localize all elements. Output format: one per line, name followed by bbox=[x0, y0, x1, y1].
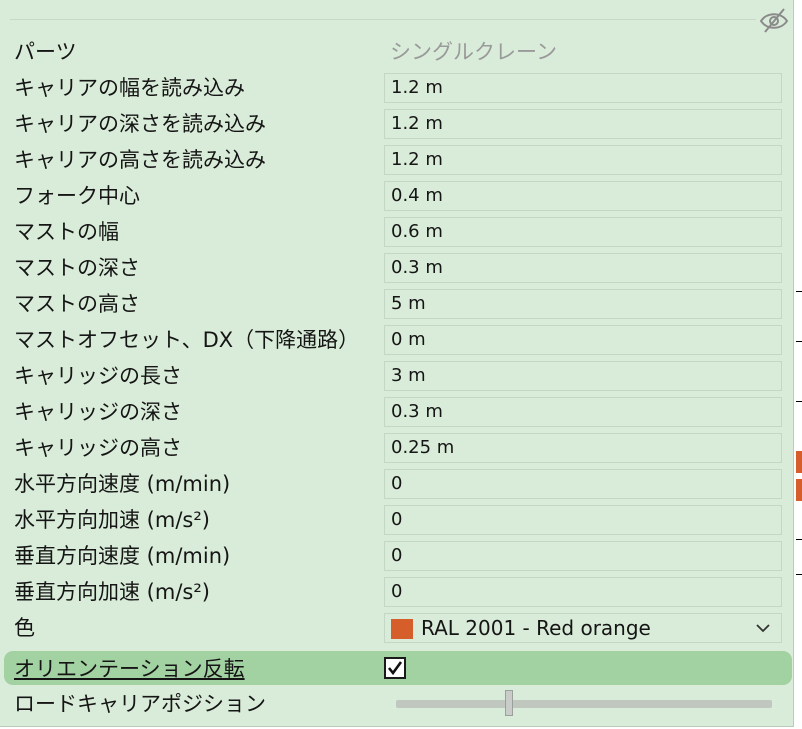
property-value-field[interactable]: 0.4 m bbox=[384, 181, 782, 211]
background-tick bbox=[796, 539, 802, 540]
property-value: 0.25 m bbox=[391, 437, 455, 458]
property-label: マストの深さ bbox=[14, 256, 140, 280]
load-carrier-position-slider[interactable] bbox=[396, 700, 772, 708]
property-label: マストオフセット、DX（下降通路） bbox=[14, 328, 360, 352]
property-value-field[interactable]: 3 m bbox=[384, 361, 782, 391]
property-value-field[interactable]: 0.6 m bbox=[384, 217, 782, 247]
property-value: 0 m bbox=[391, 329, 426, 350]
property-value-field[interactable]: 0.25 m bbox=[384, 433, 782, 463]
property-value: 0 bbox=[391, 473, 403, 494]
property-label: キャリッジの高さ bbox=[14, 436, 182, 460]
background-orange-block bbox=[796, 451, 802, 473]
property-value: 0.4 m bbox=[391, 185, 443, 206]
property-row: マストオフセット、DX（下降通路） 0 m bbox=[0, 322, 794, 358]
property-label: マストの幅 bbox=[14, 220, 119, 244]
orientation-row: オリエンテーション反転 bbox=[0, 651, 794, 687]
property-row: マストの深さ 0.3 m bbox=[0, 250, 794, 286]
property-row: 水平方向加速 (m/s²) 0 bbox=[0, 502, 794, 538]
property-value: 0.3 m bbox=[391, 257, 443, 278]
properties-panel: パーツ シングルクレーン キャリアの幅を読み込み 1.2 m キャリアの深さを読み込… bbox=[0, 0, 794, 727]
property-row: 垂直方向加速 (m/s²) 0 bbox=[0, 574, 794, 610]
orientation-checkbox[interactable] bbox=[384, 657, 406, 679]
header-row: パーツ シングルクレーン bbox=[0, 34, 794, 70]
property-label: 水平方向加速 (m/s²) bbox=[14, 508, 210, 532]
color-swatch bbox=[391, 619, 413, 639]
property-value-field[interactable]: 0 bbox=[384, 469, 782, 499]
property-label: キャリッジの深さ bbox=[14, 400, 182, 424]
property-row: マストの幅 0.6 m bbox=[0, 214, 794, 250]
property-label: 垂直方向加速 (m/s²) bbox=[14, 580, 210, 604]
property-row: キャリアの深さを読み込み 1.2 m bbox=[0, 106, 794, 142]
property-value: 0 bbox=[391, 545, 403, 566]
property-value: 3 m bbox=[391, 365, 426, 386]
color-label: 色 bbox=[14, 616, 35, 640]
property-row: キャリッジの高さ 0.25 m bbox=[0, 430, 794, 466]
load-carrier-position-row: ロードキャリアポジション bbox=[0, 686, 794, 722]
property-label: キャリアの深さを読み込み bbox=[14, 112, 266, 136]
background-orange-block bbox=[796, 479, 802, 501]
property-value-field[interactable]: 1.2 m bbox=[384, 109, 782, 139]
checkmark-icon bbox=[387, 661, 403, 676]
background-tick bbox=[796, 574, 802, 575]
property-label: キャリッジの長さ bbox=[14, 364, 182, 388]
panel-top-divider bbox=[10, 19, 756, 20]
property-label: 垂直方向速度 (m/min) bbox=[14, 544, 231, 568]
property-value: 0.6 m bbox=[391, 221, 443, 242]
property-value-field[interactable]: 0 m bbox=[384, 325, 782, 355]
property-value: 0 bbox=[391, 581, 403, 602]
property-value: 0.3 m bbox=[391, 401, 443, 422]
orientation-label: オリエンテーション反転 bbox=[14, 657, 245, 681]
property-row: フォーク中心 0.4 m bbox=[0, 178, 794, 214]
property-label: 水平方向速度 (m/min) bbox=[14, 472, 231, 496]
property-value-field[interactable]: 0 bbox=[384, 541, 782, 571]
property-value-field[interactable]: 0.3 m bbox=[384, 397, 782, 427]
property-value-field[interactable]: 0.3 m bbox=[384, 253, 782, 283]
property-value: 1.2 m bbox=[391, 149, 443, 170]
background-tick bbox=[796, 401, 802, 402]
property-row: 水平方向速度 (m/min) 0 bbox=[0, 466, 794, 502]
chevron-down-icon[interactable] bbox=[755, 620, 771, 636]
color-value: RAL 2001 - Red orange bbox=[421, 616, 651, 640]
slider-thumb[interactable] bbox=[504, 690, 513, 716]
property-row: キャリッジの深さ 0.3 m bbox=[0, 394, 794, 430]
property-row: キャリアの幅を読み込み 1.2 m bbox=[0, 70, 794, 106]
property-value-field[interactable]: 0 bbox=[384, 505, 782, 535]
property-label: キャリアの幅を読み込み bbox=[14, 76, 245, 100]
property-value-field[interactable]: 0 bbox=[384, 577, 782, 607]
parts-value: シングルクレーン bbox=[390, 40, 557, 64]
color-row: 色 RAL 2001 - Red orange bbox=[0, 610, 794, 646]
property-value-field[interactable]: 5 m bbox=[384, 289, 782, 319]
background-tick bbox=[796, 341, 802, 342]
property-value: 1.2 m bbox=[391, 77, 443, 98]
property-value-field[interactable]: 1.2 m bbox=[384, 145, 782, 175]
property-value: 0 bbox=[391, 509, 403, 530]
property-row: マストの高さ 5 m bbox=[0, 286, 794, 322]
background-tick bbox=[796, 291, 802, 292]
property-label: マストの高さ bbox=[14, 292, 140, 316]
property-label: キャリアの高さを読み込み bbox=[14, 148, 266, 172]
property-label: フォーク中心 bbox=[14, 184, 140, 208]
parts-label: パーツ bbox=[14, 40, 77, 64]
load-carrier-position-label: ロードキャリアポジション bbox=[14, 692, 266, 716]
eye-slash-icon[interactable] bbox=[757, 5, 791, 35]
color-dropdown[interactable]: RAL 2001 - Red orange bbox=[384, 613, 782, 643]
property-row: 垂直方向速度 (m/min) 0 bbox=[0, 538, 794, 574]
property-value: 5 m bbox=[391, 293, 426, 314]
property-row: キャリアの高さを読み込み 1.2 m bbox=[0, 142, 794, 178]
property-row: キャリッジの長さ 3 m bbox=[0, 358, 794, 394]
property-value: 1.2 m bbox=[391, 113, 443, 134]
property-value-field[interactable]: 1.2 m bbox=[384, 73, 782, 103]
